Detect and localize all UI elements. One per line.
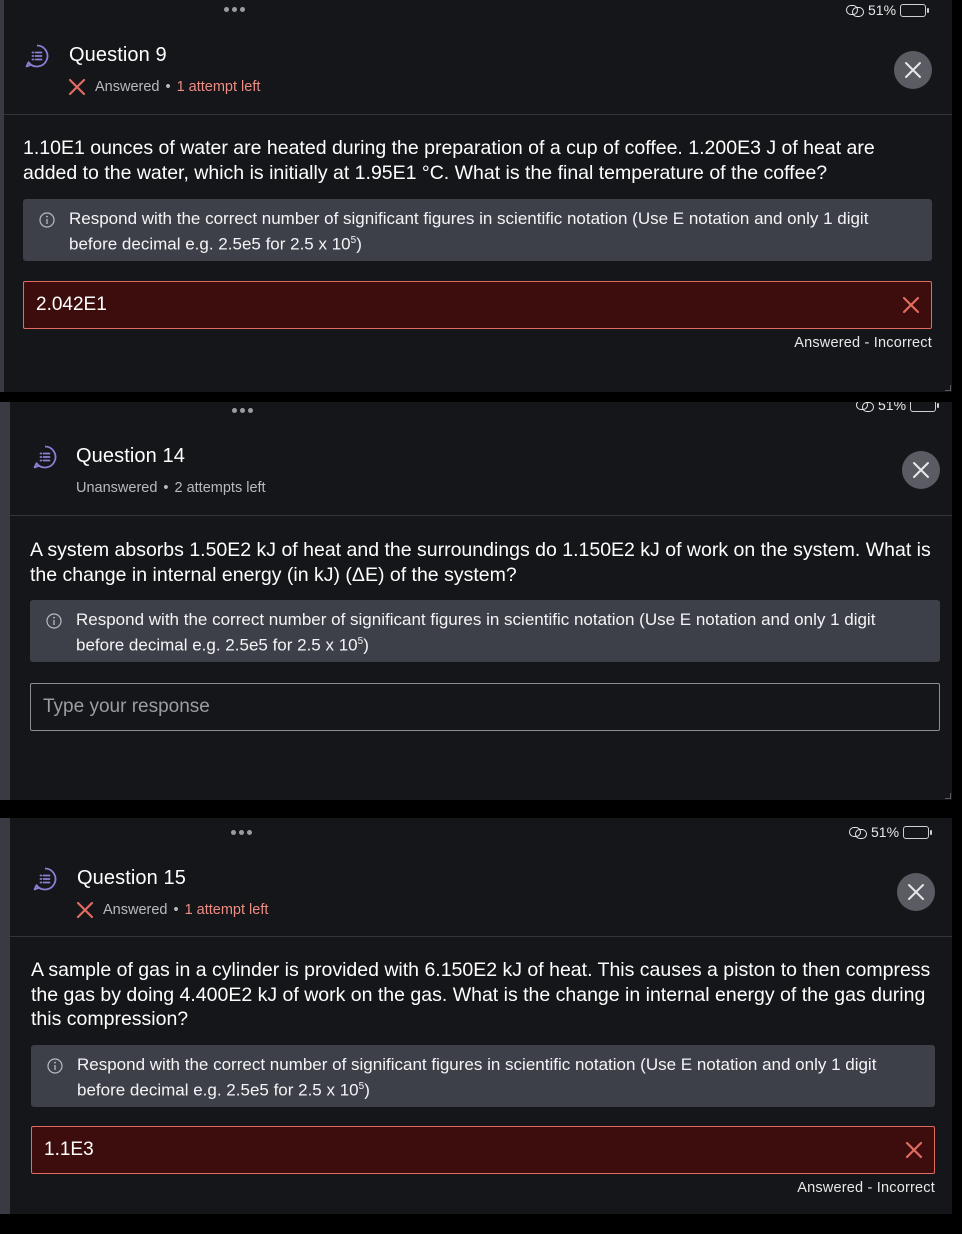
hint-close-paren: ) bbox=[363, 635, 369, 655]
battery-percent: 51% bbox=[871, 824, 900, 840]
panel-left-edge bbox=[0, 818, 10, 1214]
close-icon bbox=[908, 884, 924, 900]
battery-icon bbox=[903, 825, 933, 839]
response-input[interactable] bbox=[43, 696, 939, 718]
header-divider bbox=[10, 936, 952, 937]
question-meta: Answered • 1 attempt left bbox=[75, 900, 268, 920]
result-label: Answered - Incorrect bbox=[794, 335, 932, 351]
answer-status: Answered bbox=[95, 79, 160, 95]
battery-percent: 51% bbox=[868, 2, 897, 18]
attempts-left: 1 attempt left bbox=[184, 902, 269, 918]
hint-box: Respond with the correct number of signi… bbox=[23, 199, 932, 261]
info-icon bbox=[39, 212, 55, 228]
question-text: A system absorbs 1.50E2 kJ of heat and t… bbox=[30, 539, 931, 586]
answer-status: Unanswered bbox=[76, 480, 158, 496]
separator: • bbox=[165, 79, 171, 95]
hint-text: Respond with the correct number of signi… bbox=[77, 1055, 877, 1100]
more-dots-icon[interactable] bbox=[231, 830, 252, 838]
question-text: 1.10E1 ounces of water are heated during… bbox=[23, 137, 875, 184]
question-title: Question 15 bbox=[77, 867, 186, 889]
separator: • bbox=[173, 902, 179, 918]
hint-close-paren: ) bbox=[356, 234, 362, 254]
chat-list-icon bbox=[25, 44, 49, 68]
panel-left-edge bbox=[0, 402, 10, 800]
response-field[interactable] bbox=[30, 683, 940, 731]
battery-icon bbox=[900, 3, 930, 17]
question-title: Question 14 bbox=[76, 445, 185, 467]
x-mark-icon bbox=[905, 1141, 923, 1159]
status-bar: 51% bbox=[849, 824, 933, 840]
header-divider bbox=[10, 515, 952, 516]
more-dots-icon[interactable] bbox=[224, 7, 245, 15]
x-mark-icon bbox=[68, 78, 86, 96]
close-button[interactable] bbox=[897, 873, 935, 911]
info-icon bbox=[47, 1058, 63, 1074]
link-icon bbox=[846, 5, 864, 17]
question-text: A sample of gas in a cylinder is provide… bbox=[31, 959, 931, 1030]
resize-corner bbox=[945, 793, 951, 799]
hint-box: Respond with the correct number of signi… bbox=[31, 1045, 935, 1107]
close-icon bbox=[905, 62, 921, 78]
answer-status: Answered bbox=[103, 902, 168, 918]
status-bar: 51% bbox=[856, 402, 940, 413]
hint-text: Respond with the correct number of signi… bbox=[69, 209, 869, 254]
question-15-panel: 51% Question 15 Answered • 1 attempt lef… bbox=[0, 818, 952, 1214]
result-label: Answered - Incorrect bbox=[797, 1180, 935, 1196]
separator: • bbox=[163, 480, 169, 496]
battery-percent: 51% bbox=[878, 402, 907, 413]
attempts-left: 2 attempts left bbox=[174, 480, 266, 496]
answer-field[interactable]: 1.1E3 bbox=[31, 1126, 935, 1174]
link-icon bbox=[856, 402, 874, 412]
question-title: Question 9 bbox=[69, 44, 167, 66]
chat-list-icon bbox=[33, 867, 57, 891]
hint-text: Respond with the correct number of signi… bbox=[76, 610, 876, 655]
x-mark-icon bbox=[902, 296, 920, 314]
header-divider bbox=[4, 114, 952, 115]
close-button[interactable] bbox=[902, 451, 940, 489]
answer-field[interactable]: 2.042E1 bbox=[23, 281, 932, 329]
question-9-panel: 51% Question 9 Answered • 1 attempt left… bbox=[0, 0, 952, 392]
hint-box: Respond with the correct number of signi… bbox=[30, 600, 940, 662]
resize-corner bbox=[945, 385, 951, 391]
question-meta: Answered • 1 attempt left bbox=[67, 77, 260, 97]
x-mark-icon bbox=[76, 901, 94, 919]
info-icon bbox=[46, 613, 62, 629]
status-bar: 51% bbox=[846, 2, 930, 18]
answer-value: 1.1E3 bbox=[44, 1139, 94, 1160]
battery-icon bbox=[910, 402, 940, 412]
more-dots-icon[interactable] bbox=[232, 408, 253, 416]
question-meta: Unanswered • 2 attempts left bbox=[76, 480, 266, 496]
close-button[interactable] bbox=[894, 51, 932, 89]
answer-value: 2.042E1 bbox=[36, 294, 107, 315]
attempts-left: 1 attempt left bbox=[176, 79, 261, 95]
close-icon bbox=[913, 462, 929, 478]
panel-left-edge bbox=[0, 0, 4, 392]
question-14-panel: 51% Question 14 Unanswered • 2 attempts … bbox=[0, 402, 952, 800]
hint-close-paren: ) bbox=[364, 1080, 370, 1100]
chat-list-icon bbox=[33, 445, 57, 469]
link-icon bbox=[849, 827, 867, 839]
